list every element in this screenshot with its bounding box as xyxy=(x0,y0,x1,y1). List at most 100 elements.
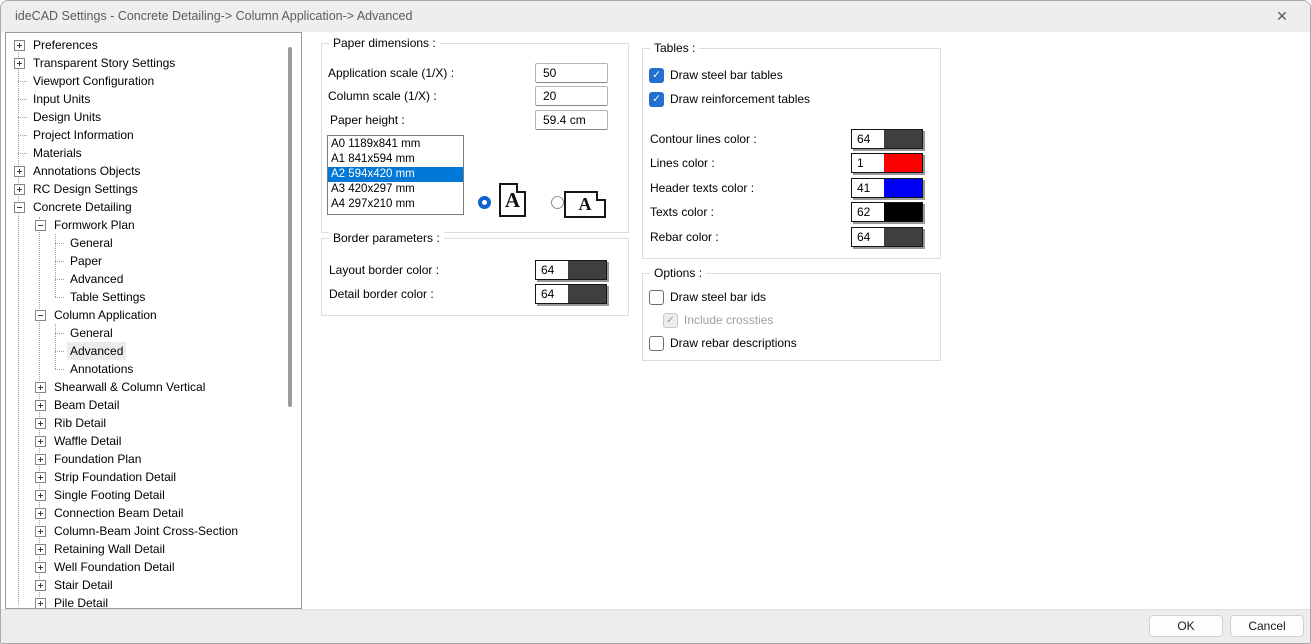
tree-item[interactable]: Rib Detail xyxy=(6,414,287,432)
tree-item[interactable]: Design Units xyxy=(6,108,287,126)
application-scale-input[interactable] xyxy=(535,63,608,83)
color-number: 64 xyxy=(852,130,884,148)
tree-item[interactable]: Waffle Detail xyxy=(6,432,287,450)
tree-item[interactable]: Project Information xyxy=(6,126,287,144)
tree-item[interactable]: Connection Beam Detail xyxy=(6,504,287,522)
color-picker-button[interactable]: 62 xyxy=(851,202,923,222)
tree-item[interactable]: Single Footing Detail xyxy=(6,486,287,504)
landscape-radio[interactable] xyxy=(551,196,564,209)
close-icon[interactable]: ✕ xyxy=(1266,1,1298,31)
checkbox[interactable]: ✓ xyxy=(649,68,664,83)
tree-item[interactable]: Stair Detail xyxy=(6,576,287,594)
color-picker-button[interactable]: 1 xyxy=(851,153,923,173)
ok-button[interactable]: OK xyxy=(1149,615,1223,637)
paper-size-option[interactable]: A4 297x210 mm xyxy=(328,197,463,212)
tree-item[interactable]: Concrete Detailing xyxy=(6,198,287,216)
collapse-minus-icon[interactable] xyxy=(14,202,25,213)
color-setting-row: Header texts color :41 xyxy=(643,178,940,200)
application-scale-label: Application scale (1/X) : xyxy=(328,63,454,83)
expand-plus-icon[interactable] xyxy=(14,184,25,195)
color-setting-row: Texts color :62 xyxy=(643,202,940,224)
tree-connector xyxy=(55,279,64,280)
tree-item[interactable]: Table Settings xyxy=(6,288,287,306)
portrait-radio[interactable] xyxy=(478,196,491,209)
expand-plus-icon[interactable] xyxy=(14,40,25,51)
paper-size-option[interactable]: A0 1189x841 mm xyxy=(328,137,463,152)
expand-plus-icon[interactable] xyxy=(35,508,46,519)
checkbox[interactable] xyxy=(649,336,664,351)
collapse-minus-icon[interactable] xyxy=(35,310,46,321)
color-picker-button[interactable]: 64 xyxy=(535,260,607,280)
tree-item[interactable]: Column-Beam Joint Cross-Section xyxy=(6,522,287,540)
expand-plus-icon[interactable] xyxy=(35,490,46,501)
expand-plus-icon[interactable] xyxy=(35,472,46,483)
expand-plus-icon[interactable] xyxy=(35,454,46,465)
tree-item[interactable]: Advanced xyxy=(6,270,287,288)
paper-size-listbox[interactable]: A0 1189x841 mmA1 841x594 mmA2 594x420 mm… xyxy=(327,135,464,215)
portrait-page-icon: A xyxy=(499,183,526,217)
tree-item[interactable]: Transparent Story Settings xyxy=(6,54,287,72)
tree-item[interactable]: Annotations xyxy=(6,360,287,378)
expand-plus-icon[interactable] xyxy=(35,544,46,555)
expand-plus-icon[interactable] xyxy=(35,580,46,591)
tree-item[interactable]: Materials xyxy=(6,144,287,162)
tree-item[interactable]: Shearwall & Column Vertical xyxy=(6,378,287,396)
color-swatch xyxy=(884,154,922,172)
tree-item[interactable]: Column Application xyxy=(6,306,287,324)
tree-item[interactable]: RC Design Settings xyxy=(6,180,287,198)
color-picker-button[interactable]: 64 xyxy=(535,284,607,304)
checkbox: ✓ xyxy=(663,313,678,328)
tree-item[interactable]: Preferences xyxy=(6,36,287,54)
color-number: 41 xyxy=(852,179,884,197)
tree-item-label: Annotations Objects xyxy=(30,162,143,180)
column-scale-input[interactable] xyxy=(535,86,608,106)
tree-item-label: Advanced xyxy=(67,270,126,288)
cancel-button[interactable]: Cancel xyxy=(1230,615,1304,637)
expand-plus-icon[interactable] xyxy=(35,418,46,429)
tree-item[interactable]: Annotations Objects xyxy=(6,162,287,180)
tree-item[interactable]: Formwork Plan xyxy=(6,216,287,234)
color-picker-button[interactable]: 64 xyxy=(851,227,923,247)
tree-item[interactable]: General xyxy=(6,234,287,252)
titlebar[interactable]: ideCAD Settings - Concrete Detailing-> C… xyxy=(1,1,1310,32)
paper-size-option[interactable]: A1 841x594 mm xyxy=(328,152,463,167)
tree-item[interactable]: Well Foundation Detail xyxy=(6,558,287,576)
paper-size-option[interactable]: A2 594x420 mm xyxy=(328,167,463,182)
expand-plus-icon[interactable] xyxy=(35,562,46,573)
expand-plus-icon[interactable] xyxy=(35,598,46,609)
tree-item[interactable]: Beam Detail xyxy=(6,396,287,414)
tree-item[interactable]: Viewport Configuration xyxy=(6,72,287,90)
expand-plus-icon[interactable] xyxy=(35,526,46,537)
paper-height-input[interactable] xyxy=(535,110,608,130)
expand-plus-icon[interactable] xyxy=(35,436,46,447)
color-number: 64 xyxy=(536,261,568,279)
collapse-minus-icon[interactable] xyxy=(35,220,46,231)
tree-item[interactable]: General xyxy=(6,324,287,342)
color-swatch xyxy=(568,261,606,279)
tree-item[interactable]: Input Units xyxy=(6,90,287,108)
tree-item-label: Input Units xyxy=(30,90,93,108)
expand-plus-icon[interactable] xyxy=(14,166,25,177)
portrait-icon-letter: A xyxy=(505,188,520,213)
expand-plus-icon[interactable] xyxy=(35,400,46,411)
checkbox[interactable] xyxy=(649,290,664,305)
tree-scrollbar-thumb[interactable] xyxy=(288,47,292,407)
paper-size-option[interactable]: A3 420x297 mm xyxy=(328,182,463,197)
tree-item-label: Design Units xyxy=(30,108,104,126)
checkbox[interactable]: ✓ xyxy=(649,92,664,107)
tree-item[interactable]: Paper xyxy=(6,252,287,270)
group-title: Border parameters : xyxy=(329,231,444,246)
landscape-icon-letter: A xyxy=(579,194,592,215)
tree-item[interactable]: Strip Foundation Detail xyxy=(6,468,287,486)
color-picker-button[interactable]: 41 xyxy=(851,178,923,198)
color-picker-button[interactable]: 64 xyxy=(851,129,923,149)
tree-item[interactable]: Retaining Wall Detail xyxy=(6,540,287,558)
expand-plus-icon[interactable] xyxy=(14,58,25,69)
tree-item[interactable]: Pile Detail xyxy=(6,594,287,609)
color-setting-row: Detail border color :64 xyxy=(322,284,628,306)
expand-plus-icon[interactable] xyxy=(35,382,46,393)
checkbox-row: Draw rebar descriptions xyxy=(649,335,797,351)
tree-item[interactable]: Advanced xyxy=(6,342,287,360)
color-setting-row: Lines color :1 xyxy=(643,153,940,175)
tree-item[interactable]: Foundation Plan xyxy=(6,450,287,468)
